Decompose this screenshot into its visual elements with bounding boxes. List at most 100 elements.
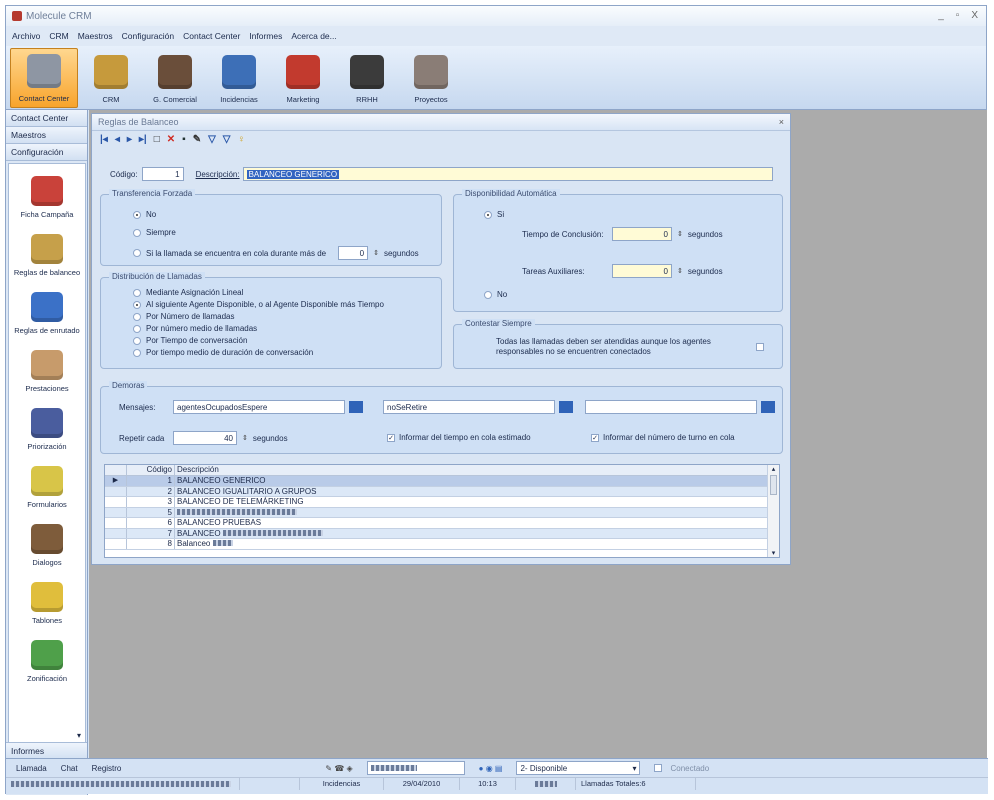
menu-maestros[interactable]: Maestros xyxy=(78,31,113,41)
sidebar-item-reglas-enrutado[interactable]: Reglas de enrutado xyxy=(9,280,85,338)
table-row[interactable]: 7 BALANCEO xyxy=(105,528,779,539)
sidebar-item-reglas-balanceo[interactable]: Reglas de balanceo xyxy=(9,222,85,280)
radio-dist-3[interactable]: Por número medio de llamadas xyxy=(133,324,257,333)
prev-record-icon[interactable]: ◂ xyxy=(115,134,120,145)
grid-scrollbar[interactable]: ▴ ▾ xyxy=(767,465,779,557)
tareas-field[interactable]: 0 xyxy=(612,264,672,278)
menu-crm[interactable]: CRM xyxy=(49,31,68,41)
spin-icon[interactable]: ⇕ xyxy=(242,434,248,442)
radio-label: No xyxy=(497,290,508,299)
delete-record-icon[interactable]: ✕ xyxy=(167,134,175,145)
menu-configuracion[interactable]: Configuración xyxy=(122,31,174,41)
child-close-button[interactable]: × xyxy=(779,117,784,127)
table-row[interactable]: 6 BALANCEO PRUEBAS xyxy=(105,518,779,529)
grid-header-descripcion[interactable]: Descripción xyxy=(175,465,219,475)
table-row[interactable]: 5 xyxy=(105,507,779,518)
new-record-icon[interactable]: □ xyxy=(154,134,160,145)
scroll-down-icon[interactable]: ▾ xyxy=(77,731,81,740)
check-tiempo-cola[interactable]: ✓ Informar del tiempo en cola estimado xyxy=(387,433,531,442)
unit-label: segundos xyxy=(252,433,288,443)
ribbon-incidencias[interactable]: Incidencias xyxy=(208,48,270,108)
spin-icon[interactable]: ⇕ xyxy=(677,230,683,238)
radio-icon xyxy=(133,348,141,357)
sidebar-item-prestaciones[interactable]: Prestaciones xyxy=(9,338,85,396)
table-row[interactable]: 8 Balanceo xyxy=(105,539,779,550)
sidebar-header-configuracion[interactable]: Configuración xyxy=(6,144,87,161)
ribbon-crm[interactable]: CRM xyxy=(80,48,142,108)
spin-icon[interactable]: ⇕ xyxy=(677,267,683,275)
radio-dist-5[interactable]: Por tiempo medio de duración de conversa… xyxy=(133,348,313,357)
spin-icon[interactable]: ⇕ xyxy=(373,249,379,257)
menu-archivo[interactable]: Archivo xyxy=(12,31,40,41)
menu-informes[interactable]: Informes xyxy=(249,31,282,41)
unit-label: segundos xyxy=(687,266,723,276)
save-icon[interactable]: ▪ xyxy=(182,134,186,145)
codigo-field[interactable]: 1 xyxy=(141,167,184,181)
browse-1-icon[interactable] xyxy=(349,401,363,413)
browse-3-icon[interactable] xyxy=(761,401,775,413)
key-icon[interactable]: ♀ xyxy=(238,134,246,145)
filter-icon[interactable]: ▽ xyxy=(208,134,216,145)
tiempo-field[interactable]: 0 xyxy=(612,227,672,241)
menu-acerca[interactable]: Acerca de... xyxy=(291,31,336,41)
menu-contact-center[interactable]: Contact Center xyxy=(183,31,240,41)
maximize-button[interactable]: ▫ xyxy=(956,10,960,21)
ribbon-marketing[interactable]: Marketing xyxy=(272,48,334,108)
ribbon-g-comercial[interactable]: G. Comercial xyxy=(144,48,206,108)
radio-disp-si[interactable]: Si xyxy=(484,210,504,219)
radio-transfer-no[interactable]: No xyxy=(133,210,156,219)
cell-desc: BALANCEO xyxy=(175,529,323,539)
grid-header-codigo[interactable]: Código xyxy=(127,465,175,475)
radio-dist-1[interactable]: Al siguiente Agente Disponible, o al Age… xyxy=(133,300,384,309)
radio-disp-no[interactable]: No xyxy=(484,290,507,299)
next-record-icon[interactable]: ▸ xyxy=(127,134,132,145)
radio-dist-4[interactable]: Por Tiempo de conversación xyxy=(133,336,247,345)
mensaje-1-field[interactable]: agentesOcupadosEspere xyxy=(173,400,345,414)
tab-llamada[interactable]: Llamada xyxy=(16,764,47,773)
phone-tools-icon[interactable]: ✎ ☎ ◈ xyxy=(325,764,352,773)
radio-transfer-si[interactable]: Si la llamada se encuentra en cola duran… xyxy=(133,246,419,260)
ribbon-contact-center[interactable]: Contact Center xyxy=(10,48,78,108)
table-row[interactable]: ▶ 1 BALANCEO GENERICO xyxy=(105,476,779,487)
ribbon-rrhh[interactable]: RRHH xyxy=(336,48,398,108)
connect-checkbox[interactable] xyxy=(654,764,663,772)
contestar-checkbox[interactable] xyxy=(756,343,764,351)
scroll-up-icon[interactable]: ▴ xyxy=(768,465,779,473)
scroll-down-icon[interactable]: ▾ xyxy=(768,549,779,557)
check-turno-cola[interactable]: ✓ Informar del número de turno en cola xyxy=(591,433,735,442)
filter-edit-icon[interactable]: ▽ xyxy=(223,134,231,145)
descripcion-field[interactable]: BALANCEO GENERICO xyxy=(242,167,773,181)
minimize-button[interactable]: _ xyxy=(938,10,944,21)
last-record-icon[interactable]: ▸| xyxy=(139,134,147,145)
sidebar-header-contact-center[interactable]: Contact Center xyxy=(6,110,87,127)
sidebar-item-zonificacion[interactable]: Zonificación xyxy=(9,628,85,686)
table-row[interactable]: 3 BALANCEO DE TELEMÁRKETING xyxy=(105,497,779,508)
scroll-thumb[interactable] xyxy=(770,475,777,495)
phone-number-field[interactable] xyxy=(366,761,465,775)
mensaje-2-field[interactable]: noSeRetire xyxy=(383,400,555,414)
sidebar-footer-informes[interactable]: Informes xyxy=(6,742,87,759)
browse-2-icon[interactable] xyxy=(559,401,573,413)
ribbon-proyectos[interactable]: Proyectos xyxy=(400,48,462,108)
tab-registro[interactable]: Registro xyxy=(92,764,122,773)
sidebar-header-maestros[interactable]: Maestros xyxy=(6,127,87,144)
table-row[interactable]: 2 BALANCEO IGUALITARIO A GRUPOS xyxy=(105,486,779,497)
tools-icon[interactable]: ✎ xyxy=(193,134,201,145)
radio-transfer-siempre[interactable]: Siempre xyxy=(133,228,176,237)
sidebar-item-formularios[interactable]: Formularios xyxy=(9,454,85,512)
sidebar-item-priorizacion[interactable]: Priorización xyxy=(9,396,85,454)
radio-dist-2[interactable]: Por Número de llamadas xyxy=(133,312,234,321)
repetir-field[interactable]: 40 xyxy=(173,431,237,445)
transfer-seconds-field[interactable]: 0 xyxy=(338,246,369,260)
sidebar-item-tablones[interactable]: Tablones xyxy=(9,570,85,628)
estado-select[interactable]: 2- Disponible ▾ xyxy=(516,761,641,775)
close-button[interactable]: X xyxy=(971,10,978,21)
sidebar-item-dialogos[interactable]: Dialogos xyxy=(9,512,85,570)
building-icon xyxy=(414,55,448,89)
call-icons[interactable]: ● ◉ ▤ xyxy=(479,764,503,773)
radio-dist-0[interactable]: Mediante Asignación Lineal xyxy=(133,288,243,297)
first-record-icon[interactable]: |◂ xyxy=(100,134,108,145)
sidebar-item-ficha-campana[interactable]: Ficha Campaña xyxy=(9,164,85,222)
tab-chat[interactable]: Chat xyxy=(61,764,78,773)
mensaje-3-field[interactable] xyxy=(585,400,757,414)
